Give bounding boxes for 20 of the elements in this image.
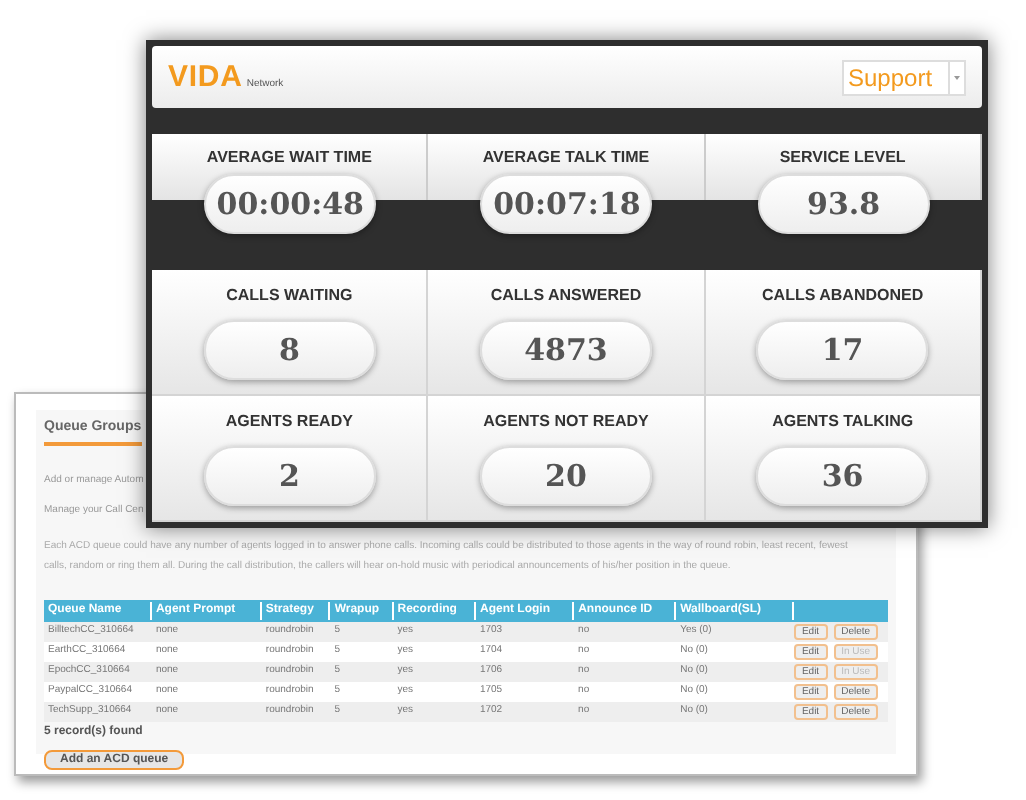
metric-value: 00:00:48 [204,174,377,234]
logo-text: VIDA [168,62,243,92]
metric-value: 20 [479,446,652,506]
metric-value: 4873 [479,320,652,380]
metric-label: AVERAGE TALK TIME [482,146,650,170]
metric-label: SERVICE LEVEL [779,146,906,170]
metric-label: AGENTS READY [225,410,353,434]
metric-label: CALLS WAITING [226,284,353,308]
metric-value: 17 [756,320,929,380]
metric-value: 93.8 [757,174,930,234]
caret-icon [954,75,960,79]
metric-value: 00:07:18 [480,174,653,234]
metric-label: CALLS ANSWERED [490,284,642,308]
metric-label: AGENTS TALKING [772,410,914,434]
metric-label: CALLS ABANDONED [762,284,924,308]
metric-value: 2 [203,446,376,506]
metric-value: 36 [756,446,929,506]
metric-value: 8 [203,320,376,380]
metric-label: AVERAGE WAIT TIME [206,146,372,170]
metric-label: AGENTS NOT READY [483,410,649,434]
